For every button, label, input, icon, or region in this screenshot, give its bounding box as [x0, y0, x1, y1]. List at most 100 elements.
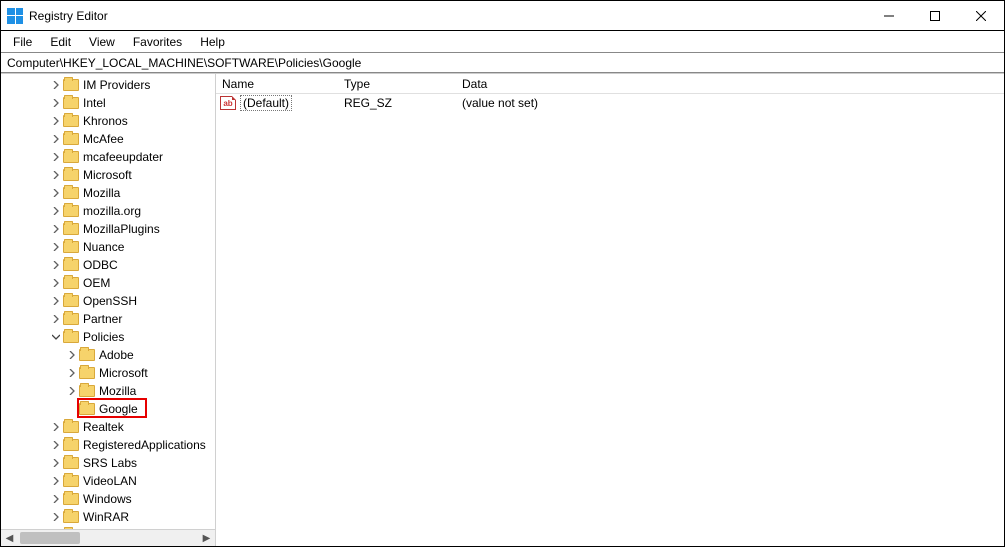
scroll-right-icon[interactable]: ▶: [198, 530, 215, 546]
chevron-right-icon[interactable]: [49, 240, 63, 254]
key-tree[interactable]: IM ProvidersIntel Khronos McAfeemcafeeupda…: [1, 74, 215, 529]
folder-icon: [63, 439, 79, 451]
menu-help[interactable]: Help: [192, 33, 233, 51]
tree-item-label: Khronos: [83, 114, 128, 128]
chevron-right-icon[interactable]: [49, 114, 63, 128]
tree-item-label: Microsoft: [83, 168, 132, 182]
chevron-right-icon[interactable]: [49, 132, 63, 146]
column-header-name[interactable]: Name: [216, 77, 338, 91]
tree-item-label: OEM: [83, 276, 110, 290]
chevron-right-icon[interactable]: [49, 150, 63, 164]
tree-item[interactable]: RegisteredApplications: [1, 436, 215, 454]
tree-item-label: Partner: [83, 312, 122, 326]
tree-item[interactable]: ODBC: [1, 256, 215, 274]
chevron-right-icon[interactable]: [49, 294, 63, 308]
tree-item-label: Adobe: [99, 348, 134, 362]
menu-edit[interactable]: Edit: [42, 33, 79, 51]
chevron-right-icon[interactable]: [49, 510, 63, 524]
tree-item[interactable]: OEM: [1, 274, 215, 292]
tree-item[interactable]: Adobe: [1, 346, 215, 364]
value-list-pane: Name Type Data ab(Default)REG_SZ(value n…: [216, 74, 1004, 546]
chevron-right-icon[interactable]: [49, 492, 63, 506]
address-bar[interactable]: Computer\HKEY_LOCAL_MACHINE\SOFTWARE\Pol…: [1, 52, 1004, 73]
string-value-icon: ab: [220, 96, 236, 110]
close-button[interactable]: [958, 1, 1004, 30]
folder-icon: [63, 169, 79, 181]
value-row[interactable]: ab(Default)REG_SZ(value not set): [216, 94, 1004, 112]
tree-item-label: WOW6432Node: [83, 528, 170, 529]
column-header-type[interactable]: Type: [338, 77, 456, 91]
chevron-right-icon[interactable]: [49, 456, 63, 470]
tree-item[interactable]: Partner: [1, 310, 215, 328]
tree-item[interactable]: Google: [1, 400, 215, 418]
address-path: Computer\HKEY_LOCAL_MACHINE\SOFTWARE\Pol…: [7, 56, 361, 70]
folder-icon: [63, 475, 79, 487]
window-title: Registry Editor: [29, 9, 108, 23]
regedit-icon: [7, 8, 23, 24]
tree-item-label: Policies: [83, 330, 124, 344]
folder-icon: [63, 295, 79, 307]
tree-item[interactable]: WOW6432Node: [1, 526, 215, 529]
tree-item[interactable]: IM Providers: [1, 76, 215, 94]
tree-item[interactable]: Realtek: [1, 418, 215, 436]
tree-item[interactable]: Microsoft: [1, 364, 215, 382]
tree-item[interactable]: MozillaPlugins: [1, 220, 215, 238]
tree-item-label: MozillaPlugins: [83, 222, 160, 236]
tree-item[interactable]: Mozilla: [1, 382, 215, 400]
value-type: REG_SZ: [338, 96, 456, 110]
tree-item-label: Mozilla: [99, 384, 136, 398]
tree-item[interactable]: McAfee: [1, 130, 215, 148]
menu-file[interactable]: File: [5, 33, 40, 51]
folder-icon: [63, 187, 79, 199]
tree-item[interactable]: mozilla.org: [1, 202, 215, 220]
maximize-button[interactable]: [912, 1, 958, 30]
value-name: (Default): [240, 95, 292, 111]
chevron-right-icon[interactable]: [49, 186, 63, 200]
value-list[interactable]: ab(Default)REG_SZ(value not set): [216, 94, 1004, 112]
column-header-data[interactable]: Data: [456, 77, 1004, 91]
tree-item[interactable]: WinRAR: [1, 508, 215, 526]
tree-item-label: Microsoft: [99, 366, 148, 380]
chevron-right-icon[interactable]: [65, 366, 79, 380]
tree-item[interactable]: Microsoft: [1, 166, 215, 184]
folder-icon: [79, 403, 95, 415]
menu-favorites[interactable]: Favorites: [125, 33, 190, 51]
tree-item[interactable]: Nuance: [1, 238, 215, 256]
scroll-thumb[interactable]: [20, 532, 80, 544]
tree-item-label: Nuance: [83, 240, 124, 254]
menu-view[interactable]: View: [81, 33, 123, 51]
tree-item[interactable]: SRS Labs: [1, 454, 215, 472]
chevron-right-icon[interactable]: [49, 222, 63, 236]
tree-item[interactable]: OpenSSH: [1, 292, 215, 310]
folder-icon: [63, 493, 79, 505]
chevron-right-icon[interactable]: [49, 258, 63, 272]
minimize-button[interactable]: [866, 1, 912, 30]
tree-item[interactable]: Policies: [1, 328, 215, 346]
chevron-right-icon[interactable]: [49, 276, 63, 290]
tree-item-label: SRS Labs: [83, 456, 137, 470]
scroll-left-icon[interactable]: ◀: [1, 530, 18, 546]
folder-icon: [79, 349, 95, 361]
tree-item[interactable]: mcafeeupdater: [1, 148, 215, 166]
tree-item[interactable]: Khronos: [1, 112, 215, 130]
chevron-right-icon[interactable]: [49, 312, 63, 326]
titlebar[interactable]: Registry Editor: [1, 1, 1004, 31]
chevron-right-icon[interactable]: [49, 96, 63, 110]
tree-item[interactable]: VideoLAN: [1, 472, 215, 490]
chevron-right-icon[interactable]: [49, 78, 63, 92]
tree-item[interactable]: Intel: [1, 94, 215, 112]
folder-icon: [63, 115, 79, 127]
chevron-right-icon[interactable]: [49, 438, 63, 452]
tree-item[interactable]: Windows: [1, 490, 215, 508]
chevron-right-icon[interactable]: [49, 168, 63, 182]
chevron-right-icon[interactable]: [49, 528, 63, 529]
chevron-right-icon[interactable]: [49, 420, 63, 434]
chevron-right-icon[interactable]: [65, 348, 79, 362]
tree-item[interactable]: Mozilla: [1, 184, 215, 202]
chevron-right-icon[interactable]: [49, 204, 63, 218]
tree-horizontal-scrollbar[interactable]: ◀ ▶: [1, 529, 215, 546]
chevron-down-icon[interactable]: [49, 330, 63, 344]
chevron-right-icon[interactable]: [65, 384, 79, 398]
chevron-right-icon[interactable]: [49, 474, 63, 488]
folder-icon: [63, 331, 79, 343]
